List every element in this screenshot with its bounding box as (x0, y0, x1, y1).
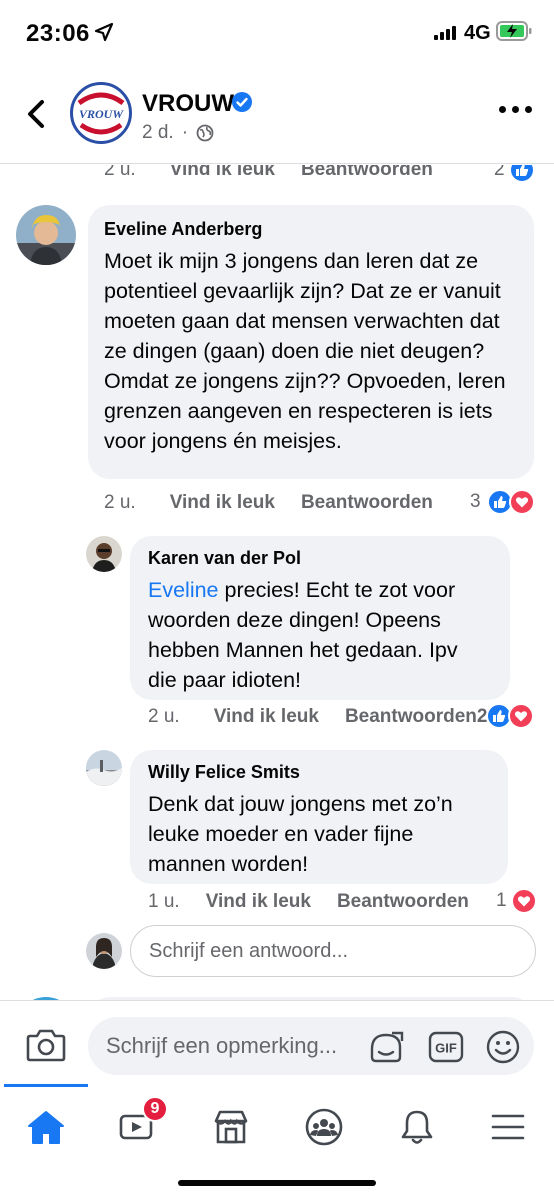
status-bar: 23:06 4G (0, 0, 554, 68)
globe-icon (196, 124, 214, 142)
signal-icon (434, 26, 458, 45)
comment-composer: Schrijf een opmerking... GIF (0, 1000, 554, 1086)
like-link[interactable]: Vind ik leuk (214, 706, 319, 728)
reply-link[interactable]: Beantwoorden (301, 165, 433, 181)
notification-badge: 9 (142, 1096, 168, 1122)
like-link[interactable]: Vind ik leuk (170, 492, 275, 514)
love-reaction-icon (508, 489, 535, 515)
comment-time[interactable]: 2 u. (104, 492, 136, 514)
comment-time[interactable]: 1 u. (148, 891, 180, 913)
commenter-name[interactable]: Eveline Anderberg (104, 219, 518, 240)
reaction-summary[interactable] (486, 703, 534, 729)
comment-text: Denk dat jouw jongens met zo’n leuke moe… (148, 792, 453, 876)
love-reaction-icon (510, 888, 537, 914)
comment-text: Moet ik mijn 3 jongens dan leren dat ze … (104, 249, 506, 453)
back-button[interactable] (22, 94, 52, 134)
post-age: 2 d. (142, 122, 174, 143)
composer-actions: GIF (368, 1029, 520, 1070)
tab-notifications[interactable] (392, 1104, 442, 1150)
like-link[interactable]: Vind ik leuk (170, 165, 275, 181)
battery-charging-icon (496, 21, 532, 46)
tab-marketplace[interactable] (206, 1104, 256, 1150)
gif-button[interactable]: GIF (428, 1031, 464, 1068)
home-icon (28, 1111, 64, 1144)
like-reaction-icon (508, 165, 535, 183)
gif-icon: GIF (428, 1031, 464, 1063)
reaction-summary[interactable]: 3 (470, 489, 535, 515)
page-name[interactable]: VROUW (142, 90, 234, 118)
tab-watch[interactable]: 9 (112, 1096, 168, 1150)
comment-time[interactable]: 2 u. (104, 165, 136, 181)
status-time: 23:06 (26, 20, 90, 47)
avatar[interactable] (16, 205, 76, 265)
comment-time[interactable]: 2 u. (148, 706, 180, 728)
avatar[interactable] (86, 536, 122, 572)
page-avatar[interactable]: VROUW (70, 82, 132, 144)
home-indicator (178, 1180, 376, 1186)
mention-link[interactable]: Eveline (148, 578, 219, 602)
post-header: VROUW VROUW 2 d. · (0, 68, 554, 164)
emoji-button[interactable] (486, 1030, 520, 1069)
like-link[interactable]: Vind ik leuk (206, 891, 311, 913)
chevron-left-icon (28, 100, 44, 128)
comment-text: Eveline precies! Echt te zot voor woorde… (148, 575, 492, 695)
tab-menu[interactable] (483, 1104, 533, 1150)
reply-link[interactable]: Beantwoorden (345, 706, 477, 728)
comment-actions: 2 u. Vind ik leuk Beantwoorden (104, 492, 433, 514)
groups-icon (305, 1108, 343, 1146)
comment-actions: 2 u. Vind ik leuk Beantwoorden 2 (148, 706, 487, 728)
verified-badge-icon (232, 92, 252, 112)
location-arrow-icon (94, 22, 114, 47)
commenter-name[interactable]: Karen van der Pol (148, 548, 492, 569)
avatar-sticker-button[interactable] (368, 1029, 406, 1070)
reply-bubble[interactable]: Karen van der Pol Eveline precies! Echt … (130, 536, 510, 700)
gif-label: GIF (435, 1041, 457, 1056)
reply-placeholder: Schrijf een antwoord... (149, 939, 348, 962)
reply-link[interactable]: Beantwoorden (337, 891, 469, 913)
love-reaction-icon (508, 703, 534, 729)
reaction-count: 2 (494, 165, 505, 180)
camera-button[interactable] (26, 1027, 66, 1068)
bell-icon (401, 1110, 433, 1144)
avatar[interactable] (86, 750, 122, 786)
reaction-count: 3 (470, 491, 481, 512)
emoji-icon (486, 1030, 520, 1064)
camera-icon (26, 1029, 66, 1062)
post-meta: 2 d. · (142, 122, 214, 144)
commenter-name[interactable]: Willy Felice Smits (148, 762, 490, 783)
comment-placeholder: Schrijf een opmerking... (106, 1033, 338, 1058)
comment-bubble[interactable]: Eveline Anderberg Moet ik mijn 3 jongens… (88, 205, 534, 479)
comment-feed[interactable]: 2 u. Vind ik leuk Beantwoorden 2 Eveline… (0, 165, 554, 1000)
avatar-sticker-icon (370, 1031, 404, 1063)
network-type: 4G (464, 22, 491, 44)
more-options-button[interactable] (499, 106, 532, 113)
current-user-avatar (86, 933, 122, 969)
active-tab-indicator (4, 1084, 88, 1087)
reply-link[interactable]: Beantwoorden (301, 492, 433, 514)
comment-actions: 2 u. Vind ik leuk Beantwoorden (104, 165, 433, 181)
tab-home[interactable] (21, 1104, 71, 1150)
reaction-summary[interactable]: 1 (496, 888, 537, 914)
comment-actions: 1 u. Vind ik leuk Beantwoorden (148, 891, 469, 913)
reply-bubble[interactable]: Willy Felice Smits Denk dat jouw jongens… (130, 750, 508, 884)
separator-dot: · (181, 122, 189, 143)
bottom-tab-bar: 9 (0, 1084, 554, 1200)
reply-input[interactable]: Schrijf een antwoord... (130, 925, 536, 977)
reaction-summary[interactable]: 2 (494, 165, 535, 183)
hamburger-menu-icon (491, 1114, 525, 1140)
marketplace-icon (214, 1110, 248, 1144)
tab-groups[interactable] (299, 1104, 349, 1150)
reaction-count: 1 (496, 890, 507, 911)
logo-text: VROUW (79, 107, 124, 121)
